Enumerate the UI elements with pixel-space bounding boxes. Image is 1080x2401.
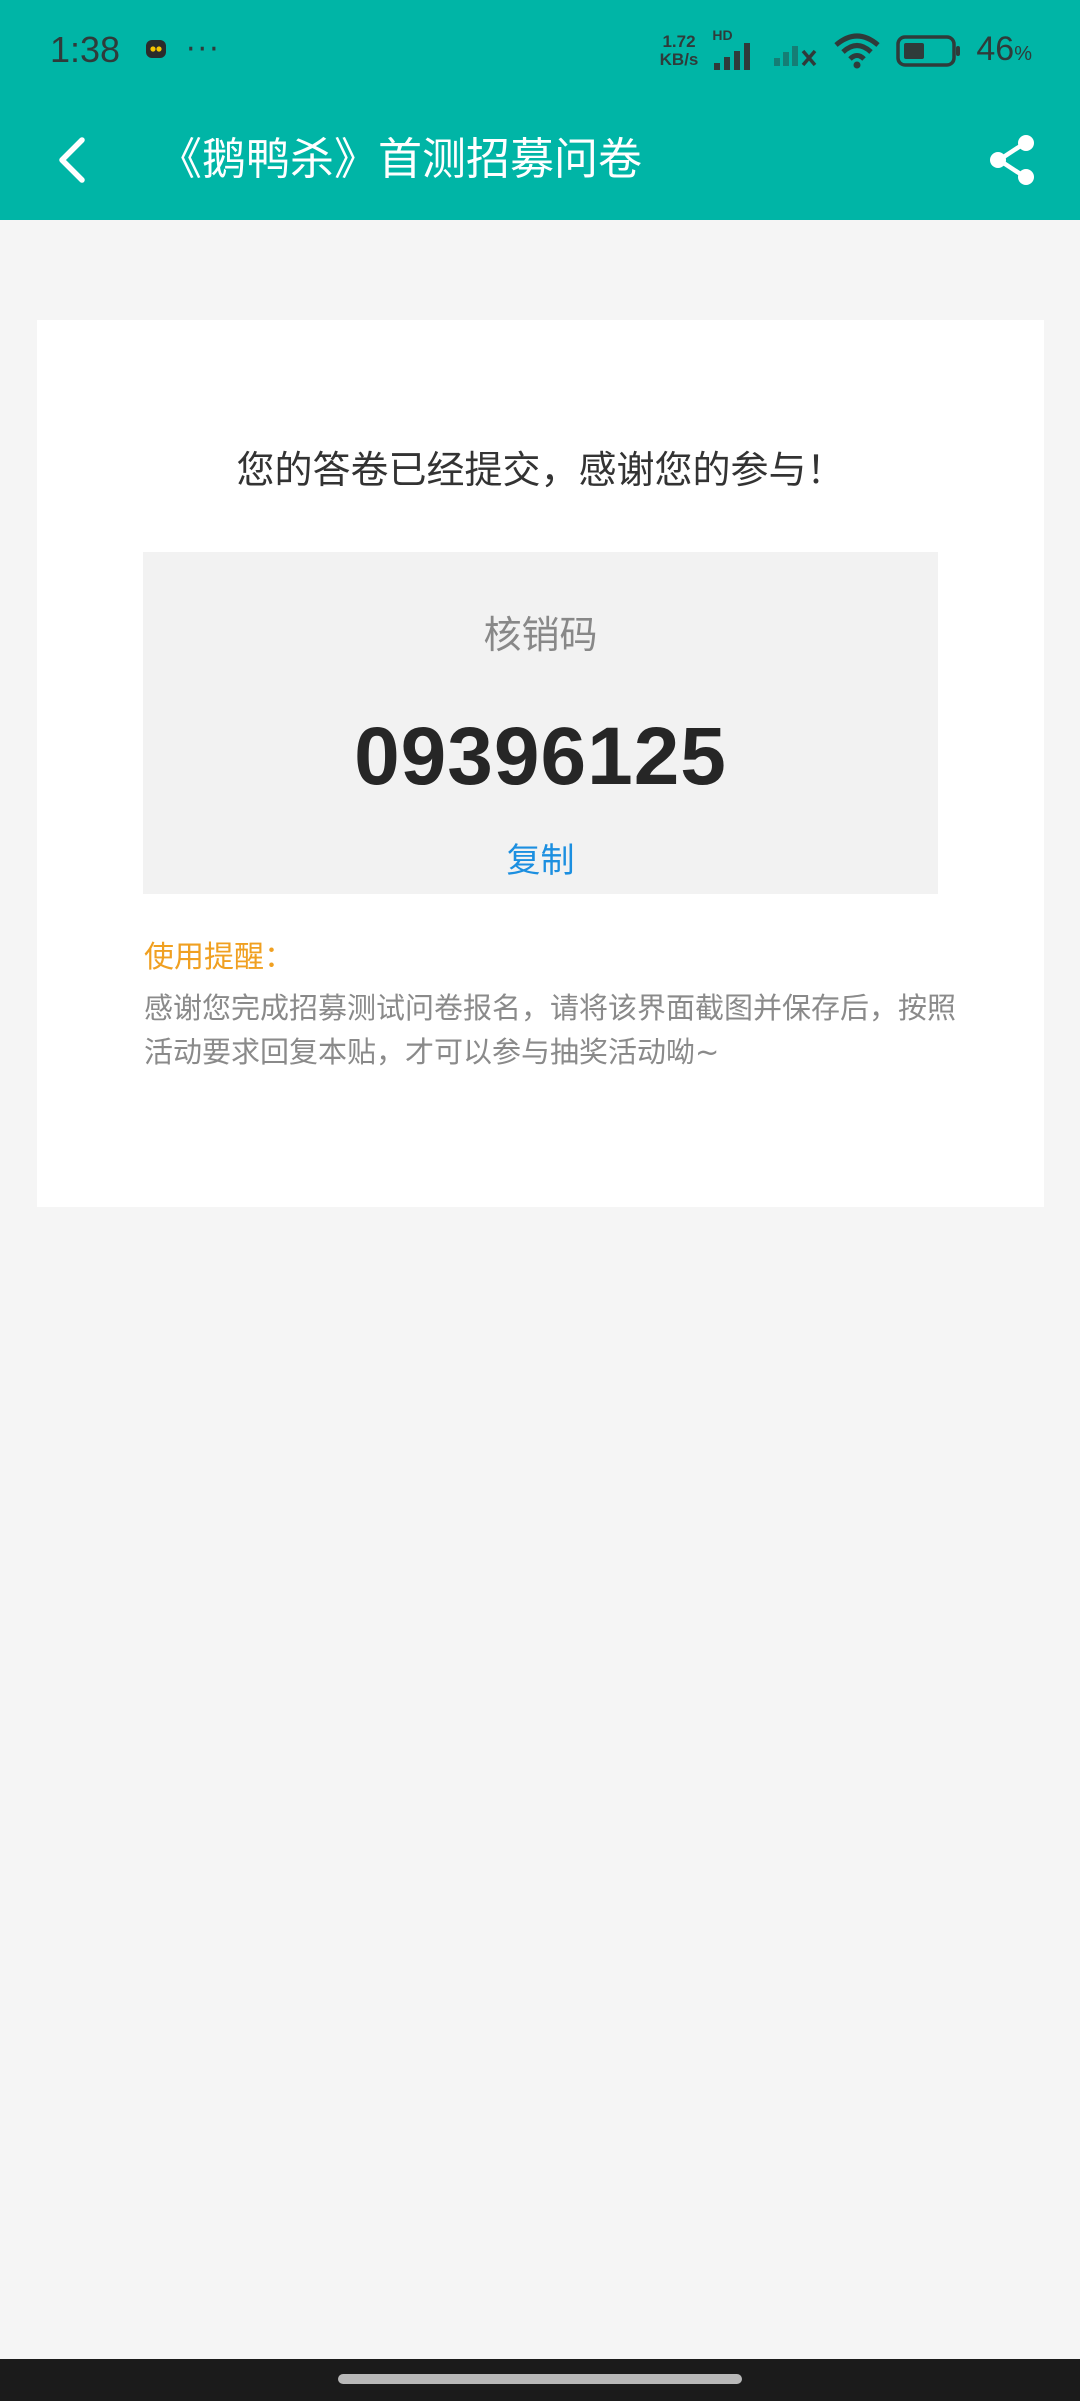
wifi-icon [834,33,881,69]
submit-success-message: 您的答卷已经提交，感谢您的参与！ [236,448,845,492]
net-speed-value: 1.72 [662,32,696,51]
back-arrow-icon [59,137,85,183]
status-bar: 1:38 ··· 1.72 KB/s HD 46% [0,0,1080,100]
verification-code-box: 核销码 09396125 复制 [143,552,938,894]
battery-percent: 46% [976,26,1032,77]
verification-code-value: 09396125 [354,711,727,802]
verification-code-label: 核销码 [483,613,598,657]
status-time: 1:38 [50,29,121,70]
back-button[interactable] [40,128,104,192]
share-button[interactable] [980,128,1044,192]
result-card: 您的答卷已经提交，感谢您的参与！ 核销码 09396125 复制 使用提醒： 感… [37,320,1044,1207]
net-speed-unit: KB/s [659,50,699,69]
toolbar: 《鹅鸭杀》首测招募问卷 [0,100,1080,220]
status-icons: 1.72 KB/s HD 46% [660,26,1032,77]
system-nav-bar [0,2359,1080,2401]
tip-text: 感谢您完成招募测试问卷报名，请将该界面截图并保存后，按照活动要求回复本贴，才可以… [144,991,957,1069]
battery-icon [896,35,961,67]
tip-title: 使用提醒： [144,940,294,975]
battery-percent-value: 46 [976,29,1015,68]
home-indicator[interactable] [338,2374,742,2384]
page-title: 《鹅鸭杀》首测招募问卷 [158,134,642,185]
signal-icon [714,43,751,70]
app-notification-icon [146,40,166,58]
share-icon [990,135,1034,185]
status-more-dots: ··· [186,32,221,67]
copy-button[interactable]: 复制 [143,837,938,885]
net-speed: 1.72 KB/s [660,33,699,69]
signal-hd: HD [712,27,758,71]
signal-off-icon [774,46,817,67]
battery-percent-unit: % [1014,42,1032,65]
